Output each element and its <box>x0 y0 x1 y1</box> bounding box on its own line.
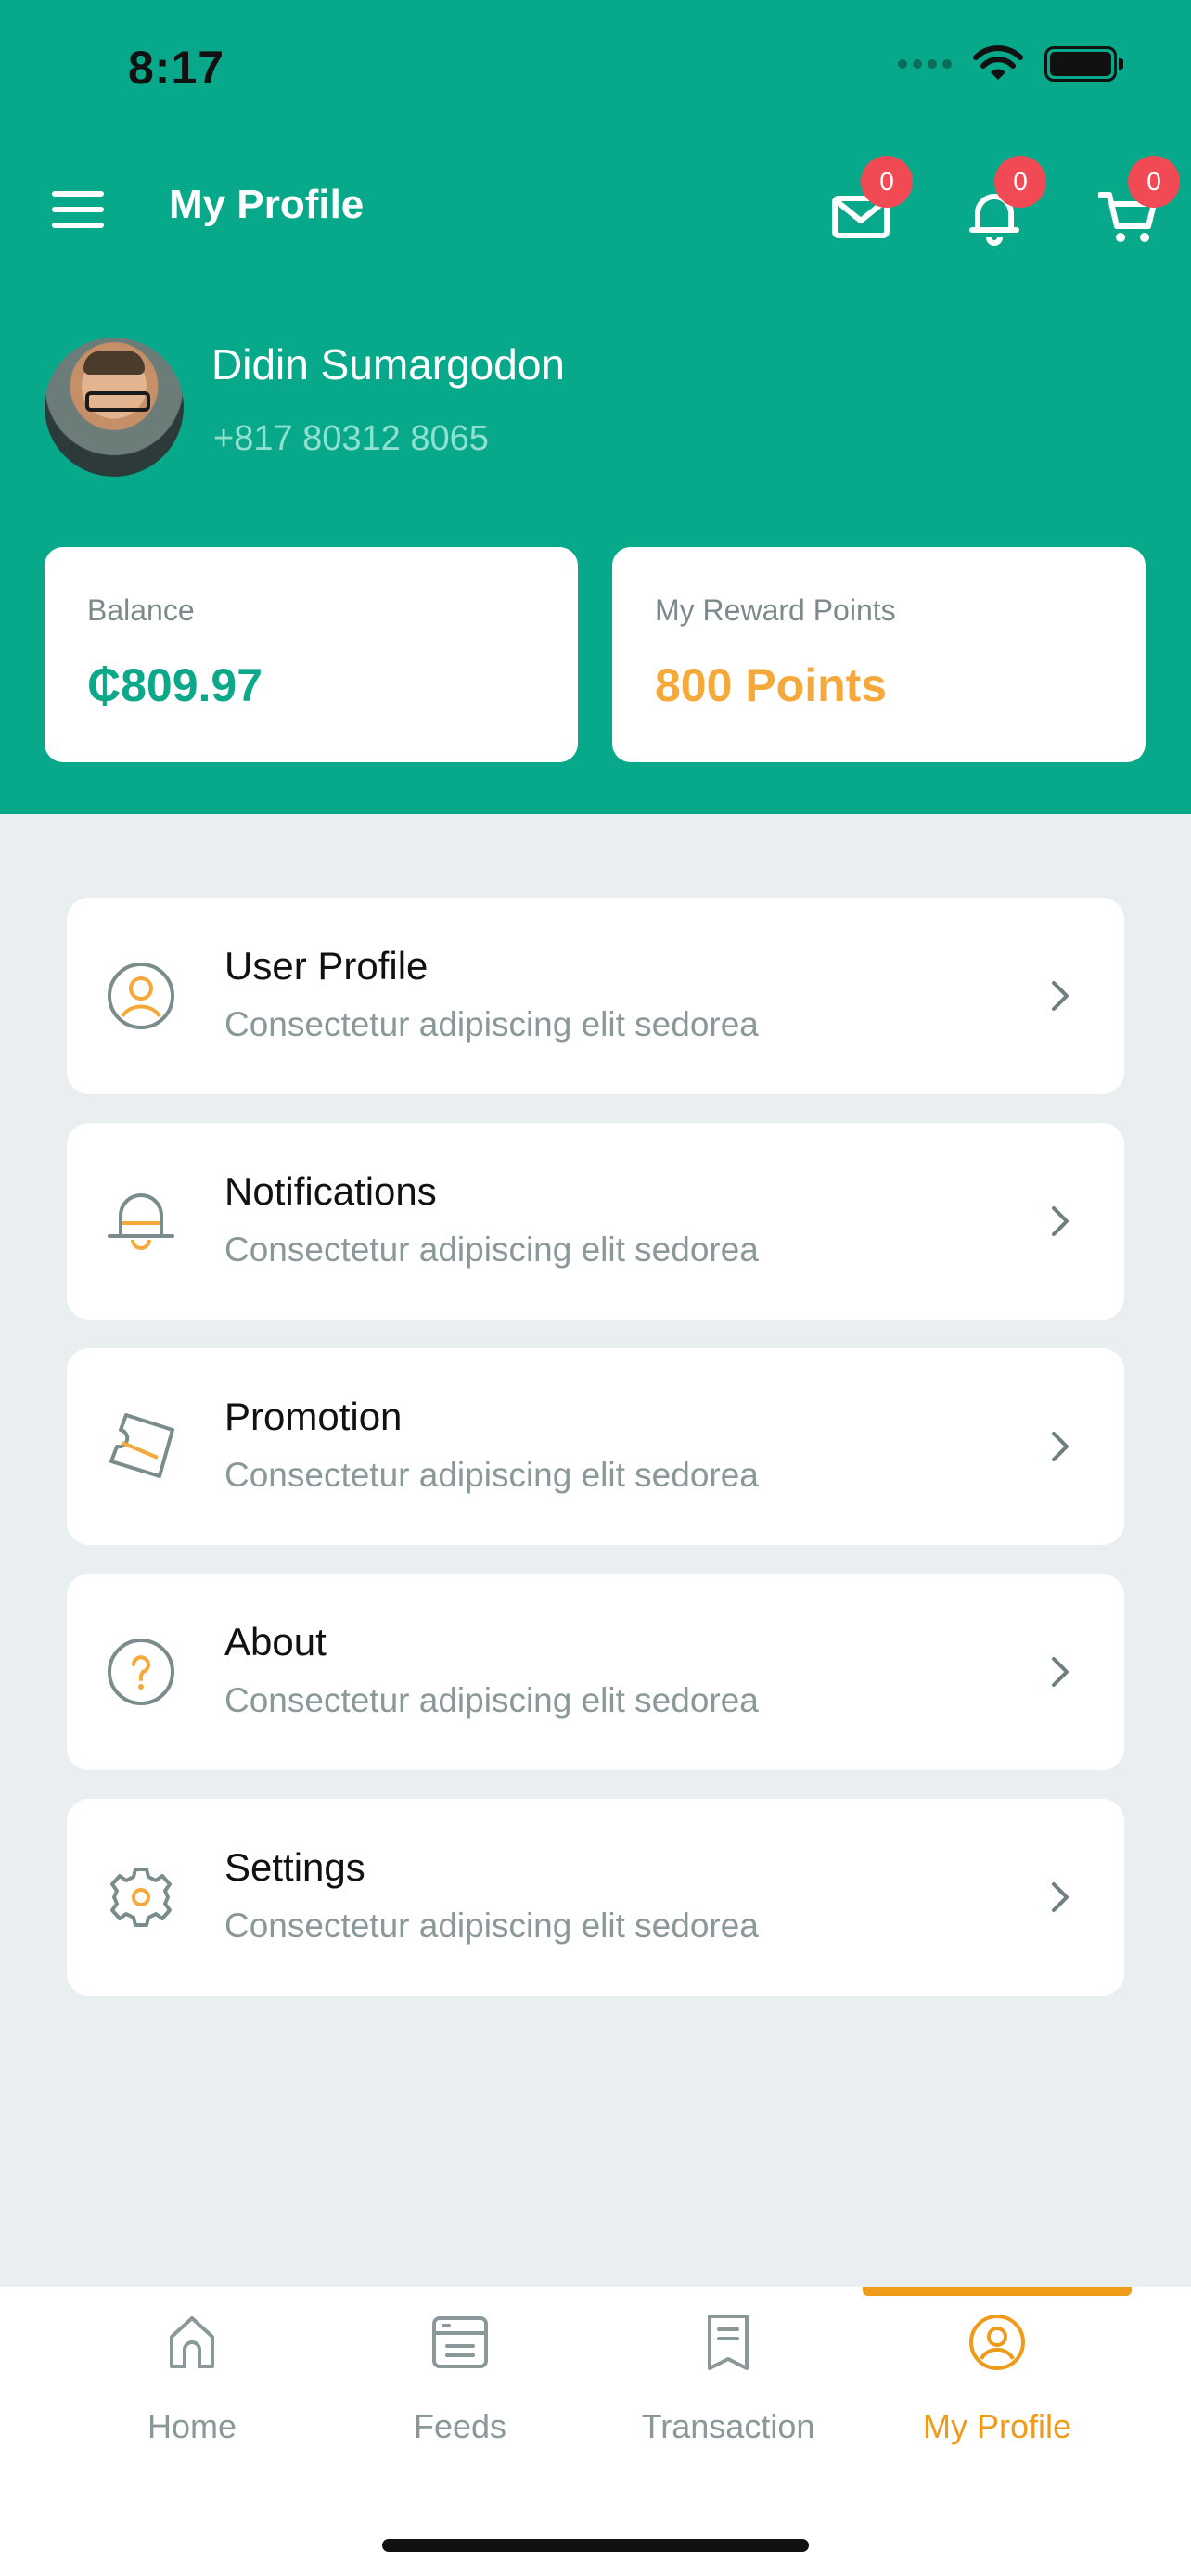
menu-item-title: User Profile <box>224 944 429 988</box>
menu-item-about[interactable]: About Consectetur adipiscing elit sedore… <box>67 1574 1124 1770</box>
home-indicator <box>382 2539 809 2552</box>
bell-badge: 0 <box>994 156 1046 208</box>
menu-item-title: Notifications <box>224 1169 437 1213</box>
tab-label: My Profile <box>922 2407 1072 2445</box>
status-icons <box>898 45 1123 83</box>
signal-icon <box>898 59 952 69</box>
chevron-right-icon <box>1052 1206 1069 1236</box>
feeds-icon <box>432 2316 488 2368</box>
menu-item-subtitle: Consectetur adipiscing elit sedorea <box>224 1005 759 1043</box>
menu-item-user-profile[interactable]: User Profile Consectetur adipiscing elit… <box>67 898 1124 1094</box>
chevron-right-icon <box>1052 1882 1069 1912</box>
reward-points-label: My Reward Points <box>655 593 896 627</box>
cart-badge: 0 <box>1128 156 1180 208</box>
receipt-icon <box>708 2315 749 2370</box>
home-icon <box>170 2316 214 2368</box>
app-bar: My Profile 0 0 0 <box>0 156 1191 260</box>
reward-points-card[interactable]: My Reward Points 800 Points <box>612 547 1146 762</box>
tab-label: Transaction <box>641 2407 815 2445</box>
hamburger-menu-icon[interactable] <box>52 191 104 228</box>
balance-value: ₵809.97 <box>87 659 263 711</box>
menu-item-notifications[interactable]: Notifications Consectetur adipiscing eli… <box>67 1123 1124 1320</box>
profile-menu: User Profile Consectetur adipiscing elit… <box>67 898 1124 2024</box>
profile-phone: +817 80312 8065 <box>213 419 489 458</box>
tab-feeds[interactable]: Feeds <box>326 2287 595 2472</box>
profile-header: 8:17 My Profile 0 0 0 Didin Sumargodon +… <box>0 0 1191 814</box>
cart-button[interactable]: 0 <box>1087 156 1180 249</box>
bottom-navigation: Home Feeds Transaction My Profile <box>0 2287 1191 2576</box>
bell-icon <box>108 1193 174 1250</box>
balance-card[interactable]: Balance ₵809.97 <box>45 547 578 762</box>
menu-item-subtitle: Consectetur adipiscing elit sedorea <box>224 1906 759 1945</box>
tab-label: Home <box>147 2407 237 2445</box>
menu-item-subtitle: Consectetur adipiscing elit sedorea <box>224 1231 759 1269</box>
battery-icon <box>1044 46 1123 82</box>
wifi-icon <box>973 45 1023 80</box>
chevron-right-icon <box>1052 1657 1069 1687</box>
mail-badge: 0 <box>861 156 913 208</box>
balance-label: Balance <box>87 593 195 627</box>
notifications-button[interactable]: 0 <box>954 156 1046 249</box>
profile-name: Didin Sumargodon <box>211 340 566 389</box>
reward-points-value: 800 Points <box>655 659 888 711</box>
avatar[interactable] <box>45 338 184 477</box>
question-circle-icon <box>108 1639 174 1705</box>
page-title: My Profile <box>169 182 365 227</box>
tab-my-profile[interactable]: My Profile <box>863 2287 1132 2472</box>
menu-item-title: Promotion <box>224 1395 403 1438</box>
menu-item-title: Settings <box>224 1845 365 1889</box>
status-time: 8:17 <box>128 42 225 94</box>
menu-item-subtitle: Consectetur adipiscing elit sedorea <box>224 1681 759 1719</box>
tab-transaction[interactable]: Transaction <box>594 2287 863 2472</box>
user-circle-icon <box>108 963 174 1029</box>
chevron-right-icon <box>1052 1432 1069 1461</box>
menu-item-subtitle: Consectetur adipiscing elit sedorea <box>224 1456 759 1494</box>
chevron-right-icon <box>1052 981 1069 1011</box>
gear-icon <box>110 1868 172 1927</box>
mail-button[interactable]: 0 <box>820 156 913 249</box>
user-circle-icon <box>969 2315 1025 2370</box>
menu-item-promotion[interactable]: Promotion Consectetur adipiscing elit se… <box>67 1348 1124 1545</box>
tab-home[interactable]: Home <box>58 2287 327 2472</box>
ticket-icon <box>109 1413 174 1478</box>
tab-label: Feeds <box>413 2407 507 2445</box>
menu-item-title: About <box>224 1620 327 1664</box>
menu-item-settings[interactable]: Settings Consectetur adipiscing elit sed… <box>67 1799 1124 1996</box>
